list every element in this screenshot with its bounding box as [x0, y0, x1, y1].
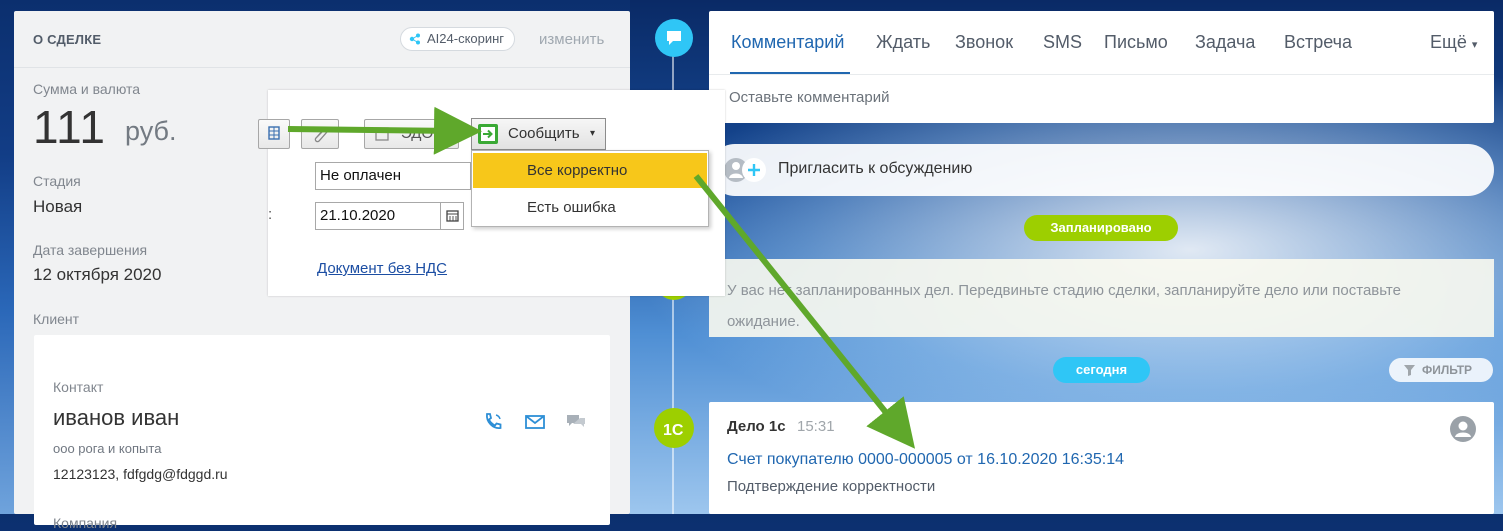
send-report-icon [478, 124, 498, 144]
deal-panel-title: О СДЕЛКЕ [33, 32, 102, 47]
change-link[interactable]: изменить [539, 31, 604, 48]
phone-icon[interactable] [482, 411, 504, 433]
add-user-icon [724, 158, 766, 182]
1c-glyph-icon: 1C [663, 422, 684, 439]
filter-label: ФИЛЬТР [1422, 363, 1473, 377]
doc-without-vat-link[interactable]: Документ без НДС [317, 260, 447, 277]
grid-toolbar-button[interactable] [258, 119, 290, 149]
client-label: Клиент [33, 311, 80, 327]
contact-organization: ооо рога и копыта [53, 441, 162, 456]
activity-item-subtitle: Подтверждение корректности [727, 478, 936, 495]
tab-meeting[interactable]: Встреча [1284, 32, 1352, 53]
tab-call[interactable]: Звонок [955, 32, 1013, 53]
contact-label: Контакт [53, 379, 104, 395]
report-button[interactable]: Сообщить ▾ [471, 118, 606, 150]
ai-scoring-chip[interactable]: AI24-скоринг [400, 27, 516, 51]
close-date-value[interactable]: 12 октября 2020 [33, 265, 161, 285]
menu-item-has-error-label: Есть ошибка [527, 199, 616, 216]
activity-editor: Комментарий Ждать Звонок SMS Письмо Зада… [709, 11, 1494, 123]
ai-scoring-label: AI24-скоринг [427, 31, 505, 46]
arrow-in-box-icon [481, 127, 495, 141]
edo-toolbar-button[interactable]: ЭДО [364, 119, 459, 149]
report-dropdown-menu: Все корректно Есть ошибка [471, 150, 709, 227]
activity-item-card: Дело 1с 15:31 Счет покупателю 0000-00000… [709, 402, 1494, 514]
user-avatar-icon[interactable] [1450, 416, 1476, 442]
calendar-button[interactable] [440, 202, 464, 230]
today-badge: сегодня [1053, 357, 1150, 383]
date-field-label: : [268, 206, 273, 223]
tab-email[interactable]: Письмо [1104, 32, 1168, 53]
date-field[interactable]: 21.10.2020 [315, 202, 442, 230]
invite-label: Пригласить к обсуждению [778, 160, 973, 177]
share-nodes-icon [409, 33, 420, 45]
1c-logo-icon: 1C [654, 408, 694, 448]
stage-label: Стадия [33, 173, 81, 189]
svg-text:1C: 1C [663, 422, 684, 439]
invoice-link[interactable]: Счет покупателю 0000-000005 от 16.10.202… [727, 451, 1124, 469]
email-icon[interactable] [524, 411, 546, 433]
deal-panel-header: О СДЕЛКЕ AI24-скоринг изменить [14, 11, 630, 68]
edo-label: ЭДО [401, 125, 434, 142]
tab-sms[interactable]: SMS [1043, 32, 1082, 53]
chat-icon[interactable] [565, 411, 587, 433]
grid-icon [268, 126, 280, 140]
planned-empty-text: У вас нет запланированных дел. Передвинь… [727, 282, 1401, 330]
stage-value[interactable]: Новая [33, 197, 82, 217]
speech-bubble-icon [667, 31, 681, 45]
comment-timeline-icon [655, 19, 693, 57]
menu-item-all-correct-label: Все корректно [527, 162, 628, 179]
tab-comment[interactable]: Комментарий [731, 32, 844, 53]
paperclip-icon [314, 127, 329, 143]
report-button-label: Сообщить [508, 125, 580, 142]
menu-item-has-error[interactable]: Есть ошибка [473, 190, 707, 225]
filter-funnel-icon [1404, 365, 1415, 376]
amount-label: Сумма и валюта [33, 81, 141, 97]
payment-status-field[interactable]: Не оплачен [315, 162, 471, 190]
planned-empty-box: У вас нет запланированных дел. Передвинь… [709, 259, 1494, 337]
tab-more-label: Ещё [1430, 32, 1467, 52]
chevron-down-icon: ▾ [1471, 39, 1478, 51]
tab-more[interactable]: Ещё ▾ [1430, 32, 1477, 53]
activity-item-title: Дело 1с [727, 418, 786, 435]
amount-value: 111 [33, 101, 106, 153]
calendar-icon [446, 210, 459, 222]
dropdown-caret-icon: ▾ [590, 128, 596, 139]
tab-wait[interactable]: Ждать [876, 32, 930, 53]
activity-item-time: 15:31 [797, 418, 835, 435]
company-label: Компания [53, 515, 118, 531]
contact-info: 12123123, fdfgdg@fdggd.ru [53, 466, 228, 482]
menu-item-all-correct[interactable]: Все корректно [473, 153, 707, 188]
client-card: Контакт иванов иван ооо рога и копыта 12… [34, 335, 610, 531]
filter-button[interactable]: ФИЛЬТР [1389, 358, 1493, 382]
close-date-label: Дата завершения [33, 242, 148, 258]
comment-input[interactable]: Оставьте комментарий [729, 89, 890, 106]
contact-name[interactable]: иванов иван [53, 405, 179, 431]
attach-toolbar-button[interactable] [301, 119, 339, 149]
currency-value: руб. [125, 116, 177, 146]
invite-discussion-bar[interactable]: Пригласить к обсуждению [709, 144, 1494, 196]
tab-task[interactable]: Задача [1195, 32, 1255, 53]
document-icon [375, 127, 389, 141]
planned-badge: Запланировано [1024, 215, 1178, 241]
tabs-divider [709, 74, 1494, 75]
